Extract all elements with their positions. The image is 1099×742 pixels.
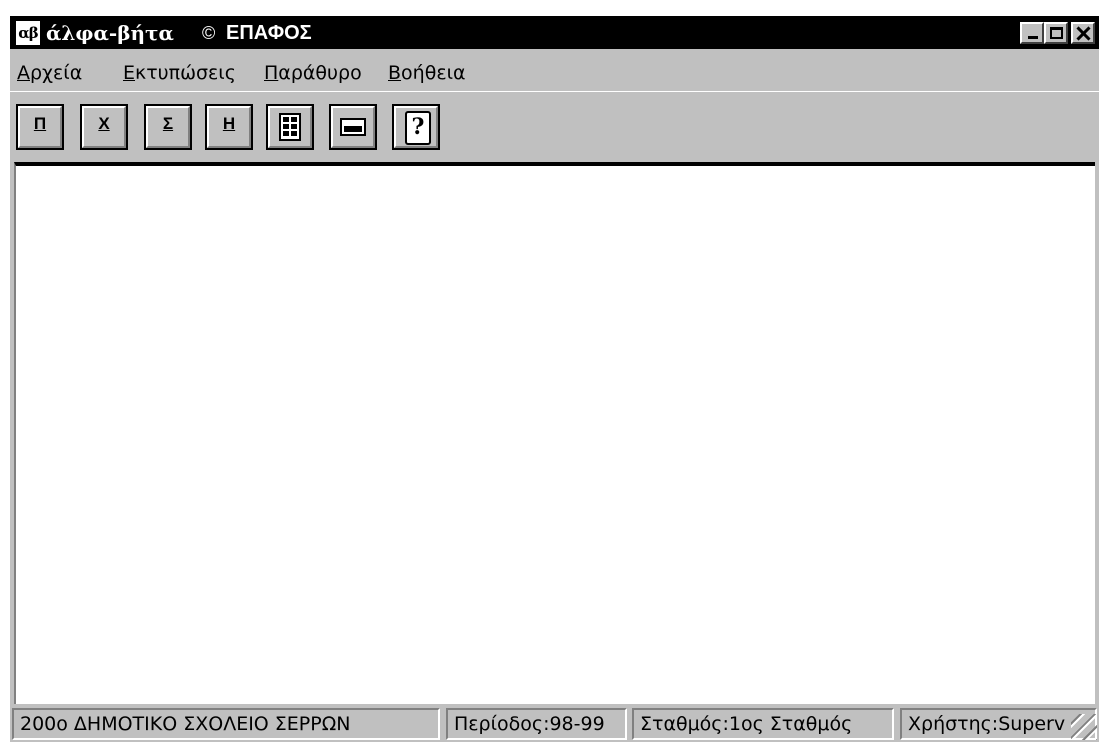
- workspace-area[interactable]: [14, 162, 1095, 704]
- menu-help[interactable]: Βοήθεια: [388, 61, 466, 85]
- maximize-icon: [1050, 27, 1063, 39]
- maximize-button[interactable]: [1044, 22, 1068, 44]
- toolbar: Π Χ Σ Η ?: [10, 91, 1099, 161]
- menu-window[interactable]: Παράθυρο: [264, 61, 362, 85]
- status-bar: 200ο ΔΗΜΟΤΙΚΟ ΣΧΟΛΕΙΟ ΣΕΡΡΩΝ Περίοδος:98…: [10, 704, 1099, 742]
- title-product-name: ΕΠΑΦΟΣ: [226, 22, 312, 44]
- status-school: 200ο ΔΗΜΟΤΙΚΟ ΣΧΟΛΕΙΟ ΣΕΡΡΩΝ: [12, 708, 440, 740]
- app-logo-icon[interactable]: αβ: [16, 21, 40, 45]
- close-button[interactable]: [1071, 22, 1095, 44]
- toolbar-button-h[interactable]: Η: [205, 104, 253, 150]
- menu-bar: Αρχεία Εκτυπώσεις Παράθυρο Βοήθεια: [10, 49, 1099, 91]
- toolbar-button-x[interactable]: Χ: [80, 104, 128, 150]
- menu-prints[interactable]: Εκτυπώσεις: [123, 61, 236, 85]
- app-window: αβ άλφα-βήτα © ΕΠΑΦΟΣ Αρχεία Εκτυπώσεις …: [10, 16, 1099, 742]
- minimize-button[interactable]: [1020, 22, 1044, 44]
- calculator-icon: [279, 113, 301, 141]
- resize-grip-icon[interactable]: [1071, 714, 1097, 740]
- calculator-button[interactable]: [266, 104, 314, 150]
- status-period: Περίοδος:98-99: [446, 708, 627, 740]
- menu-files[interactable]: Αρχεία: [17, 61, 82, 85]
- toolbar-button-s[interactable]: Σ: [144, 104, 192, 150]
- title-bar[interactable]: αβ άλφα-βήτα © ΕΠΑΦΟΣ: [10, 16, 1099, 49]
- title-app-name: άλφα-βήτα: [46, 21, 174, 45]
- copyright-icon: ©: [202, 23, 216, 43]
- keyboard-icon: [340, 118, 366, 136]
- minimize-icon: [1028, 36, 1038, 39]
- keyboard-button[interactable]: [329, 104, 377, 150]
- status-station: Σταθμός:1ος Σταθμός: [632, 708, 894, 740]
- help-icon: ?: [405, 111, 431, 145]
- toolbar-button-p[interactable]: Π: [16, 104, 64, 150]
- help-button[interactable]: ?: [392, 104, 440, 150]
- status-user: Χρήστης:Superv: [900, 708, 1097, 740]
